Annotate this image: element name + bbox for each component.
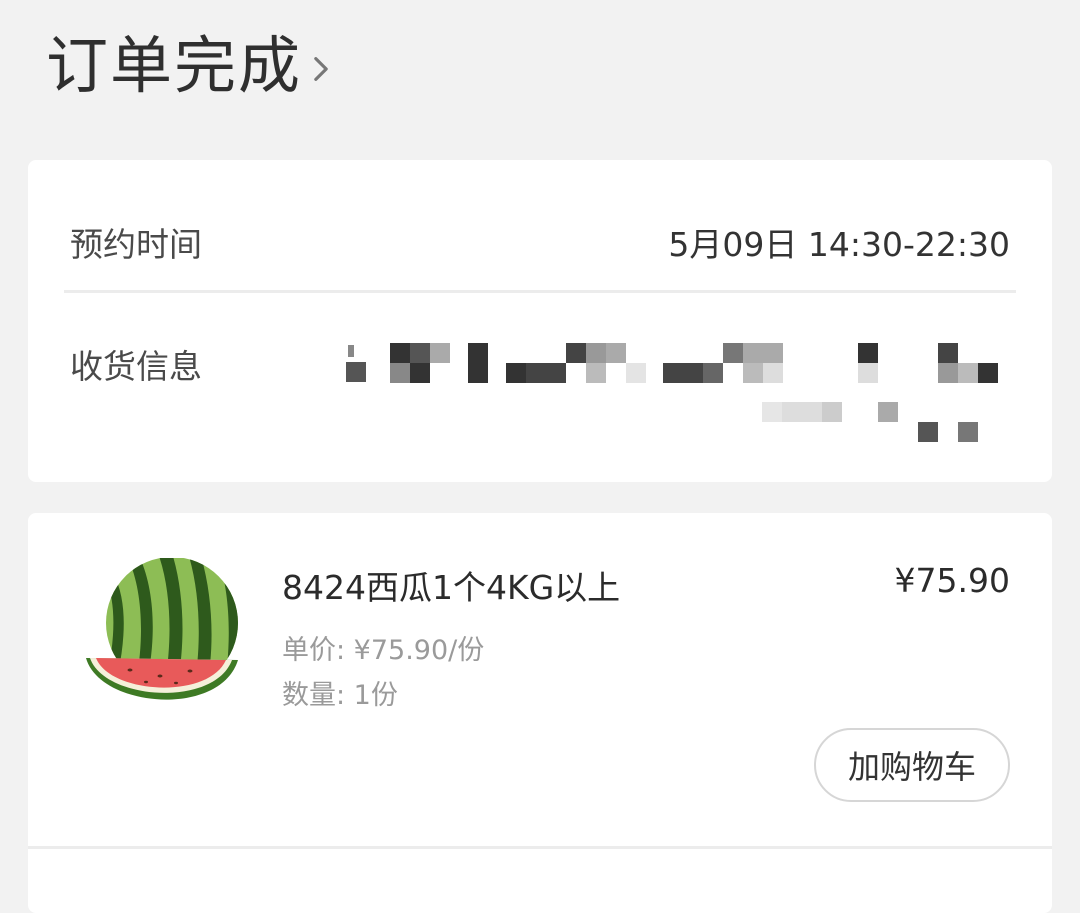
divider	[64, 290, 1016, 293]
product-name[interactable]: 8424西瓜1个4KG以上	[282, 561, 620, 609]
delivery-info-label: 收货信息	[70, 347, 202, 386]
appointment-time-label: 预约时间	[70, 225, 202, 264]
divider	[28, 846, 1052, 849]
quantity: 数量: 1份	[282, 680, 398, 711]
order-info-card: 预约时间 5月09日 14:30-22:30 收货信息	[28, 160, 1052, 482]
chevron-right-icon	[314, 57, 328, 81]
order-status-header[interactable]: 订单完成	[46, 26, 334, 106]
product-price: ¥75.90	[894, 561, 1010, 600]
add-to-cart-button[interactable]: 加购物车	[814, 728, 1010, 802]
unit-price: 单价: ¥75.90/份	[282, 635, 485, 666]
redacted-address	[328, 340, 1018, 450]
page-title: 订单完成	[46, 29, 303, 102]
appointment-time-value: 5月09日 14:30-22:30	[668, 225, 1010, 264]
watermelon-icon[interactable]	[80, 558, 250, 733]
product-card: 8424西瓜1个4KG以上 ¥75.90 单价: ¥75.90/份 数量: 1份…	[28, 513, 1052, 913]
